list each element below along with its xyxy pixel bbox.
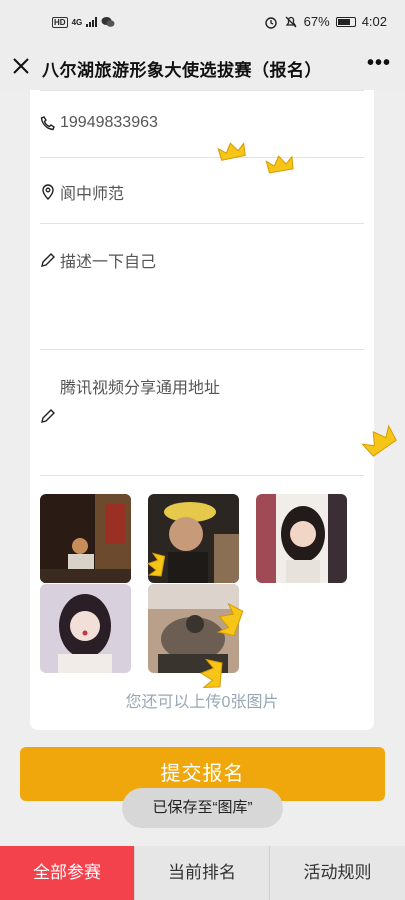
tab-all-entries[interactable]: 全部参赛	[0, 846, 134, 900]
close-icon[interactable]	[10, 55, 32, 77]
divider	[40, 475, 364, 476]
describe-field[interactable]: 描述一下自己	[40, 248, 156, 272]
wechat-icon	[101, 17, 115, 27]
photo-thumbnail[interactable]	[40, 494, 131, 583]
mute-icon	[285, 16, 297, 27]
pencil-icon	[41, 253, 55, 267]
toast-message: 已保存至“图库”	[122, 788, 283, 828]
page-title: 八尔湖旅游形象大使选拔赛（报名）	[42, 61, 322, 80]
phone-field[interactable]: 19949833963	[40, 114, 158, 132]
crown-icon	[199, 658, 223, 688]
signal-icon	[86, 17, 98, 27]
more-icon[interactable]: •••	[367, 53, 391, 73]
video-field[interactable]: 腾讯视频分享通用地址	[60, 374, 220, 398]
pencil-icon	[41, 409, 55, 423]
phone-value: 19949833963	[60, 114, 158, 131]
status-bar: HD 4G 67% 4:02	[0, 0, 405, 46]
phone-icon	[40, 116, 55, 131]
video-placeholder: 腾讯视频分享通用地址	[60, 380, 221, 397]
describe-placeholder: 描述一下自己	[60, 254, 157, 271]
network-badge: 4G	[71, 17, 83, 27]
photo-thumbnail[interactable]	[40, 584, 131, 673]
tab-current-ranking[interactable]: 当前排名	[134, 846, 269, 900]
crown-icon	[216, 602, 244, 637]
crown-icon	[147, 552, 166, 577]
photo-thumbnail[interactable]	[256, 494, 347, 583]
status-right: 67% 4:02	[264, 14, 387, 29]
clock: 4:02	[361, 14, 387, 29]
divider	[40, 223, 364, 224]
crown-icon	[361, 424, 397, 457]
hd-badge: HD	[52, 16, 68, 28]
location-icon	[42, 184, 54, 200]
divider	[40, 90, 364, 91]
crown-icon	[217, 142, 246, 161]
form-card: 19949833963 阆中师范 描述一下自己 腾讯视频分享通用地址 您还可以上…	[30, 90, 374, 730]
crown-icon	[265, 155, 294, 174]
bottom-nav: 全部参赛 当前排名 活动规则	[0, 846, 405, 900]
status-left: HD 4G	[52, 16, 115, 28]
tab-rules[interactable]: 活动规则	[269, 846, 405, 900]
school-value: 阆中师范	[60, 186, 125, 203]
school-field[interactable]: 阆中师范	[40, 180, 124, 204]
divider	[40, 349, 364, 350]
battery-percent: 67%	[303, 14, 330, 29]
alarm-icon	[264, 16, 277, 29]
title-bar: 八尔湖旅游形象大使选拔赛（报名） •••	[0, 46, 405, 90]
divider	[40, 157, 364, 158]
battery-icon	[335, 16, 356, 27]
